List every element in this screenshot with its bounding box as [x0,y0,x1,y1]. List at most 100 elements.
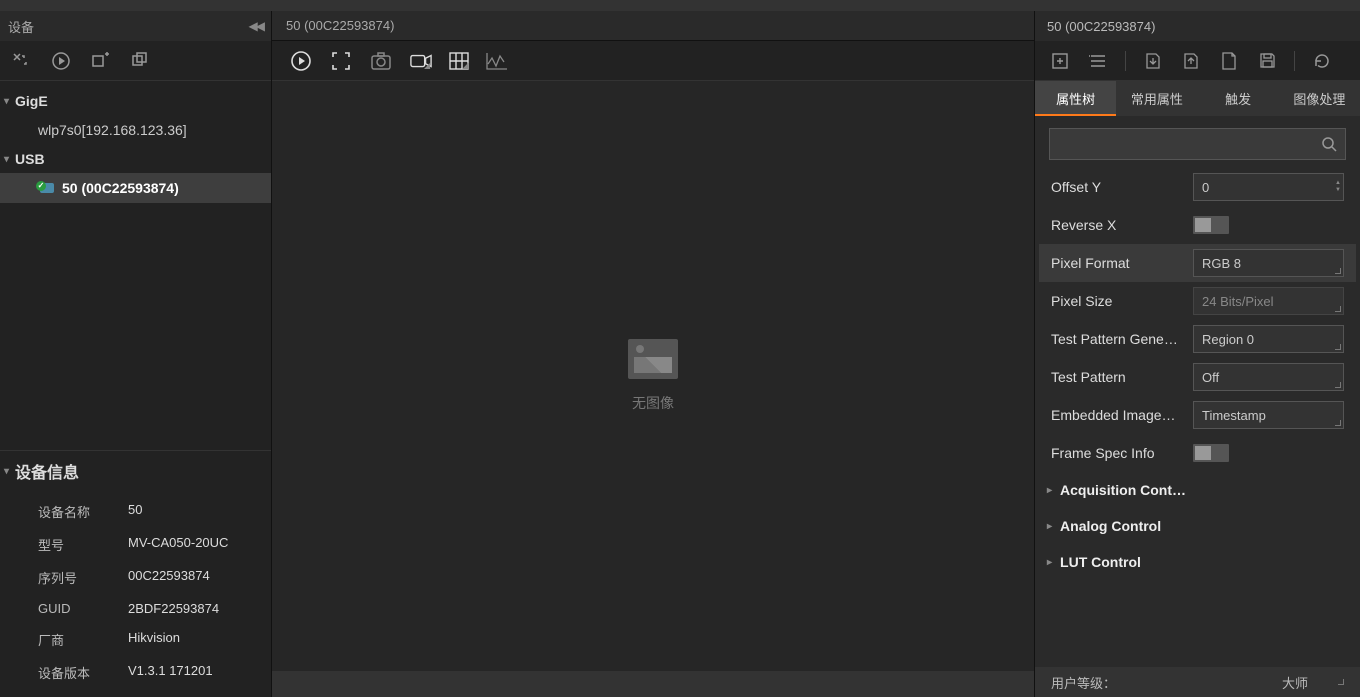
auto-detect-icon[interactable] [10,50,32,72]
search-icon[interactable] [1321,136,1337,152]
property-row: Embedded Image…Timestamp [1039,396,1356,434]
property-search[interactable] [1049,128,1346,160]
readonly-value: 24 Bits/Pixel [1193,287,1344,315]
property-label: Pixel Size [1051,293,1193,309]
property-label: Offset Y [1051,179,1193,195]
dropdown-corner-icon[interactable]: ◢ [424,61,430,70]
device-info-value: 50 [128,502,142,521]
fullscreen-icon[interactable] [330,50,352,72]
resize-handle-icon [1335,306,1341,312]
snapshot-icon[interactable] [370,50,392,72]
image-view: 无图像 [272,81,1034,671]
property-row: Test PatternOff [1039,358,1356,396]
collapse-all-icon[interactable] [1087,50,1109,72]
toggle[interactable] [1193,444,1229,462]
property-search-input[interactable] [1058,137,1321,152]
property-row: Test Pattern Gene…Region 0 [1039,320,1356,358]
import-config-icon[interactable] [1142,50,1164,72]
play-device-icon[interactable] [50,50,72,72]
device-panel-title: 设备 [8,17,34,36]
tab-图像处理[interactable]: 图像处理 [1279,81,1360,116]
device-info-label: 设备名称 [38,502,128,521]
device-info-label: GUID [38,601,128,616]
combo-box[interactable]: Off [1193,363,1344,391]
resize-handle-icon [1335,382,1341,388]
camera-connected-icon [38,182,54,194]
property-label: Reverse X [1051,217,1193,233]
chevron-down-icon: ▾ [4,154,9,165]
device-info-value: Hikvision [128,630,180,649]
clone-device-icon[interactable] [130,50,152,72]
device-info-value: V1.3.1 171201 [128,663,213,682]
tab-属性树[interactable]: 属性树 [1035,81,1116,116]
view-tab[interactable]: 50 (00C22593874) [286,18,394,33]
device-info-row: GUID2BDF22593874 [38,594,259,623]
expand-all-icon[interactable] [1049,50,1071,72]
dropdown-corner-icon[interactable]: ◢ [462,61,468,70]
no-image-icon [628,339,678,379]
spin-input[interactable]: 0▲▼ [1193,173,1344,201]
chevron-down-icon: ▾ [4,466,9,477]
device-info-value: 2BDF22593874 [128,601,219,616]
property-row: Reverse X [1039,206,1356,244]
device-info-label: 型号 [38,535,128,554]
property-group[interactable]: ▸Acquisition Cont… [1039,472,1356,508]
property-row: Pixel Size24 Bits/Pixel [1039,282,1356,320]
device-item-wlp7s0[interactable]: wlp7s0[192.168.123.36] [0,115,271,145]
device-info-row: 型号MV-CA050-20UC [38,528,259,561]
status-bar [272,671,1034,697]
device-info-value: MV-CA050-20UC [128,535,228,554]
device-info-label: 序列号 [38,568,128,587]
device-info-header[interactable]: ▾设备信息 [0,450,271,491]
property-label: Pixel Format [1051,255,1193,271]
spin-down-icon[interactable]: ▼ [1335,188,1341,193]
property-label: Frame Spec Info [1051,445,1193,461]
device-info-row: 序列号00C22593874 [38,561,259,594]
chevron-down-icon: ▾ [4,96,9,107]
device-info-value: 00C22593874 [128,568,210,587]
property-label: Test Pattern [1051,369,1193,385]
no-image-text: 无图像 [632,393,674,413]
combo-box[interactable]: RGB 8 [1193,249,1344,277]
property-label: Embedded Image… [1051,407,1193,423]
property-row: Frame Spec Info [1039,434,1356,472]
toggle[interactable] [1193,216,1229,234]
device-info-row: 设备版本V1.3.1 171201 [38,656,259,689]
right-panel-title: 50 (00C22593874) [1047,19,1155,34]
waveform-icon[interactable] [486,50,508,72]
export-config-icon[interactable] [1180,50,1202,72]
device-group-gige[interactable]: ▾GigE [0,87,271,115]
resize-handle-icon [1335,420,1341,426]
property-row: Pixel FormatRGB 8 [1039,244,1356,282]
collapse-left-icon[interactable]: ◀◀ [249,19,263,33]
add-device-icon[interactable] [90,50,112,72]
device-info-row: 厂商Hikvision [38,623,259,656]
new-file-icon[interactable] [1218,50,1240,72]
save-icon[interactable] [1256,50,1278,72]
device-item-50[interactable]: 50 (00C22593874) [0,173,271,203]
tab-触发[interactable]: 触发 [1198,81,1279,116]
device-group-usb[interactable]: ▾USB [0,145,271,173]
device-info-label: 设备版本 [38,663,128,682]
property-group[interactable]: ▸LUT Control [1039,544,1356,580]
spin-up-icon[interactable]: ▲ [1335,181,1341,186]
property-group[interactable]: ▸Analog Control [1039,508,1356,544]
tab-常用属性[interactable]: 常用属性 [1116,81,1197,116]
device-info-label: 厂商 [38,630,128,649]
property-row: Offset Y0▲▼ [1039,168,1356,206]
device-info-row: 设备名称50 [38,495,259,528]
resize-handle-icon [1335,344,1341,350]
chevron-right-icon: ▸ [1047,521,1052,532]
resize-handle-icon[interactable] [1338,679,1344,685]
refresh-icon[interactable] [1311,50,1333,72]
resize-handle-icon [1335,268,1341,274]
chevron-right-icon: ▸ [1047,485,1052,496]
user-level-value[interactable]: 大师 [1282,673,1308,692]
play-stream-icon[interactable] [290,50,312,72]
combo-box[interactable]: Region 0 [1193,325,1344,353]
property-label: Test Pattern Gene… [1051,331,1193,347]
user-level-label: 用户等级： [1051,676,1116,691]
combo-box[interactable]: Timestamp [1193,401,1344,429]
chevron-right-icon: ▸ [1047,557,1052,568]
device-tree: ▾GigE wlp7s0[192.168.123.36] ▾USB 50 (00… [0,81,271,450]
